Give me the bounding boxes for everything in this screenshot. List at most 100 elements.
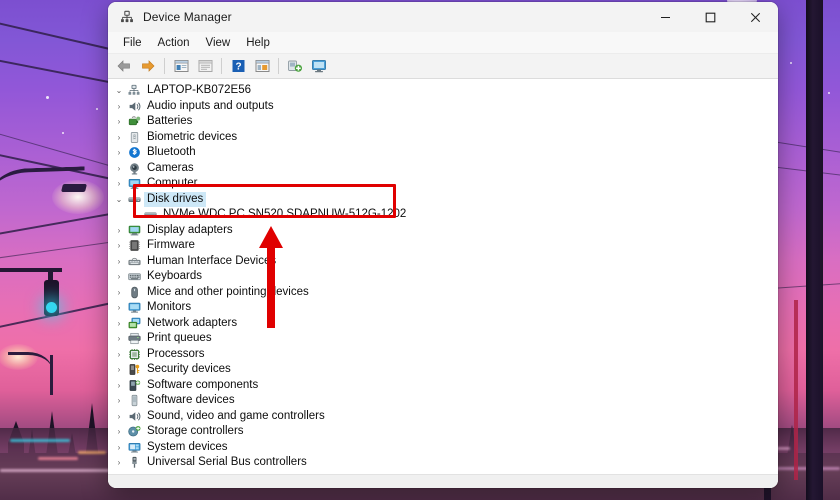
minimize-button[interactable] [643, 2, 688, 32]
star [62, 132, 64, 134]
tree-item-list: › Audio inputs and outputs › Batteries › Biom… [108, 99, 778, 471]
window-title: Device Manager [143, 10, 232, 24]
tree-item-label: Batteries [147, 115, 193, 128]
tree-item-batteries[interactable]: › Batteries [108, 114, 778, 130]
tree-item-universal-serial-bus-controllers[interactable]: › Universal Serial Bus controllers [108, 455, 778, 471]
help-button[interactable]: ? [226, 56, 250, 77]
chevron-right-icon[interactable]: › [112, 409, 126, 424]
chevron-down-icon[interactable]: ⌄ [112, 192, 126, 207]
tree-item-human-interface-devices[interactable]: › Human Interface Devices [108, 254, 778, 270]
tree-item-keyboards[interactable]: › Keyboards [108, 269, 778, 285]
chevron-right-icon[interactable]: › [112, 223, 126, 238]
tree-root-label: LAPTOP-KB072E56 [147, 84, 251, 97]
road-light-streak [0, 469, 110, 472]
chevron-right-icon[interactable]: › [112, 316, 126, 331]
tree-item-software-components[interactable]: › Software components [108, 378, 778, 394]
disk-drive-icon [126, 192, 142, 207]
firmware-icon [126, 238, 142, 253]
show-hide-console-tree-button[interactable] [169, 56, 193, 77]
tree-item-label: Firmware [147, 239, 195, 252]
tree-item-mice-and-other-pointing-devices[interactable]: › Mice and other pointing devices [108, 285, 778, 301]
keyboard-icon [126, 269, 142, 284]
tree-item-network-adapters[interactable]: › Network adapters [108, 316, 778, 332]
tree-item-firmware[interactable]: › Firmware [108, 238, 778, 254]
chevron-right-icon[interactable]: › [112, 254, 126, 269]
road-light-streak [10, 439, 70, 442]
disk-drive-icon [142, 207, 158, 222]
usb-icon [126, 455, 142, 470]
update-driver-button[interactable] [250, 56, 274, 77]
tree-item-label: Sound, video and game controllers [147, 409, 325, 422]
star [46, 96, 49, 99]
tree-item-label: Keyboards [147, 270, 202, 283]
tree-item-display-adapters[interactable]: › Display adapters [108, 223, 778, 239]
tree-item-label: Network adapters [147, 316, 238, 329]
star [790, 62, 792, 64]
computer-icon [126, 176, 142, 191]
chevron-right-icon[interactable]: › [112, 347, 126, 362]
tree-item-biometric-devices[interactable]: › Biometric devices [108, 130, 778, 146]
tree-item-print-queues[interactable]: › Print queues [108, 331, 778, 347]
tree-item-label: Audio inputs and outputs [147, 99, 274, 112]
chevron-right-icon[interactable]: › [112, 114, 126, 129]
tree-item-bluetooth[interactable]: › Bluetooth [108, 145, 778, 161]
chevron-right-icon[interactable]: › [112, 145, 126, 160]
storage-controller-icon [126, 424, 142, 439]
properties-button[interactable] [193, 56, 217, 77]
star [96, 108, 98, 110]
chevron-right-icon[interactable]: › [112, 362, 126, 377]
tree-item-processors[interactable]: › Processors [108, 347, 778, 363]
chevron-right-icon[interactable]: › [112, 99, 126, 114]
maximize-button[interactable] [688, 2, 733, 32]
chevron-right-icon[interactable]: › [112, 161, 126, 176]
chevron-right-icon[interactable]: › [112, 238, 126, 253]
tree-item-monitors[interactable]: › Monitors [108, 300, 778, 316]
menu-file[interactable]: File [116, 35, 149, 51]
menu-view[interactable]: View [199, 35, 238, 51]
software-device-icon [126, 393, 142, 408]
traffic-light-lamp [46, 302, 57, 313]
close-button[interactable] [733, 2, 778, 32]
chevron-down-icon[interactable]: ⌄ [112, 83, 126, 98]
tree-item-disk-drives[interactable]: ⌄ Disk drives [108, 191, 778, 208]
tree-item-audio-inputs-and-outputs[interactable]: › Audio inputs and outputs [108, 99, 778, 115]
menu-help[interactable]: Help [239, 35, 277, 51]
mouse-icon [126, 285, 142, 300]
tree-item-storage-controllers[interactable]: › Storage controllers [108, 424, 778, 440]
back-button[interactable] [112, 56, 136, 77]
tree-item-sound-video-and-game-controllers[interactable]: › Sound, video and game controllers [108, 409, 778, 425]
toolbar-separator [164, 58, 165, 74]
chevron-right-icon[interactable]: › [112, 455, 126, 470]
fingerprint-icon [126, 130, 142, 145]
scan-hardware-changes-button[interactable] [283, 56, 307, 77]
chevron-right-icon[interactable]: › [112, 331, 126, 346]
menu-action[interactable]: Action [151, 35, 197, 51]
tree-item-security-devices[interactable]: › Security devices [108, 362, 778, 378]
road-light-streak [38, 457, 78, 460]
tree-item-software-devices[interactable]: › Software devices [108, 393, 778, 409]
device-manager-window: Device Manager File Action View Help ? ⌄… [108, 2, 778, 488]
tree-root-item[interactable]: ⌄ LAPTOP-KB072E56 [108, 83, 778, 99]
chevron-right-icon[interactable]: › [112, 269, 126, 284]
tree-item-cameras[interactable]: › Cameras [108, 161, 778, 177]
software-component-icon [126, 378, 142, 393]
device-tree[interactable]: ⌄ LAPTOP-KB072E56 › Audio inputs and outp… [108, 79, 778, 474]
chevron-right-icon[interactable]: › [112, 378, 126, 393]
tree-item-system-devices[interactable]: › System devices [108, 440, 778, 456]
chevron-right-icon[interactable]: › [112, 176, 126, 191]
chevron-right-icon[interactable]: › [112, 424, 126, 439]
tree-item-computer[interactable]: › Computer [108, 176, 778, 192]
display-device-button[interactable] [307, 56, 331, 77]
tree-item-label: Disk drives [144, 191, 207, 207]
chevron-right-icon[interactable]: › [112, 300, 126, 315]
chevron-right-icon[interactable]: › [112, 393, 126, 408]
tree-item-nvme-wdc-pc-sn520-sdapnuw-512g-1202[interactable]: NVMe WDC PC SN520 SDAPNUW-512G-1202 [108, 207, 778, 223]
toolbar-separator [278, 58, 279, 74]
chevron-right-icon[interactable]: › [112, 130, 126, 145]
battery-icon [126, 114, 142, 129]
display-adapter-icon [126, 223, 142, 238]
chevron-right-icon[interactable]: › [112, 285, 126, 300]
forward-button[interactable] [136, 56, 160, 77]
chevron-right-icon[interactable]: › [112, 440, 126, 455]
